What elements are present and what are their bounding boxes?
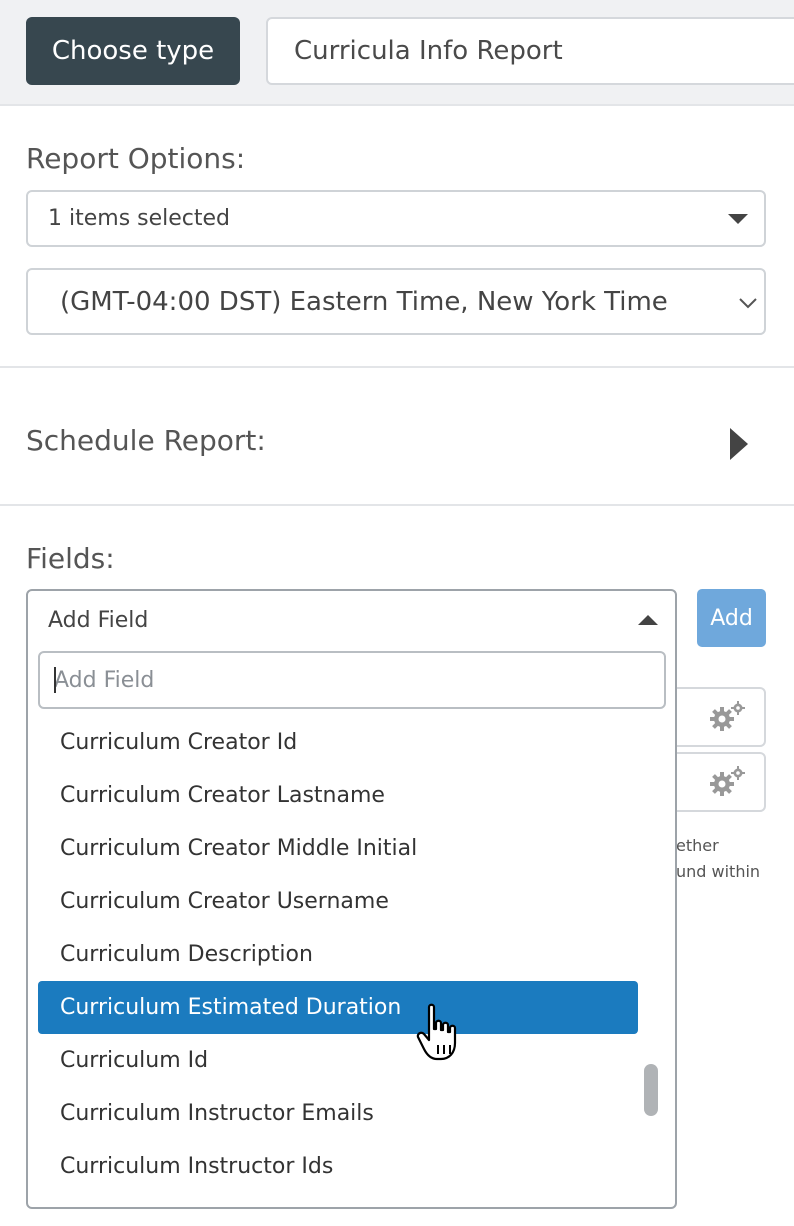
list-item[interactable]: Curriculum Creator Middle Initial bbox=[38, 822, 638, 875]
add-field-dropdown[interactable]: Add Field Curriculum Creator Id Curricul… bbox=[26, 589, 677, 1209]
play-arrow-icon[interactable] bbox=[730, 428, 748, 460]
hand-pointer-icon bbox=[416, 1003, 457, 1061]
divider bbox=[0, 366, 794, 368]
field-options-list: Curriculum Creator Id Curriculum Creator… bbox=[38, 716, 638, 1193]
hint-text: und within bbox=[676, 862, 761, 881]
list-item[interactable]: Curriculum Instructor Emails bbox=[38, 1087, 638, 1140]
timezone-value: (GMT-04:00 DST) Eastern Time, New York T… bbox=[60, 286, 668, 317]
gear-icon[interactable] bbox=[708, 764, 748, 800]
list-item[interactable]: Curriculum Instructor Ids bbox=[38, 1140, 638, 1193]
report-name-input[interactable]: Curricula Info Report bbox=[266, 17, 794, 85]
fields-title: Fields: bbox=[26, 542, 115, 575]
report-options-value: 1 items selected bbox=[48, 206, 231, 231]
caret-down-icon bbox=[728, 214, 748, 224]
list-item[interactable]: Curriculum Creator Id bbox=[38, 716, 638, 769]
add-field-select[interactable]: Add Field bbox=[28, 591, 675, 649]
scrollbar-track[interactable] bbox=[638, 716, 668, 1207]
report-options-select[interactable]: 1 items selected bbox=[26, 190, 766, 247]
divider bbox=[0, 504, 794, 506]
choose-type-button[interactable]: Choose type bbox=[26, 17, 240, 85]
timezone-select[interactable]: (GMT-04:00 DST) Eastern Time, New York T… bbox=[26, 268, 766, 335]
list-item[interactable]: Curriculum Creator Username bbox=[38, 875, 638, 928]
scrollbar-thumb[interactable] bbox=[644, 1064, 658, 1116]
list-item[interactable]: Curriculum Description bbox=[38, 928, 638, 981]
list-item[interactable]: Curriculum Id bbox=[38, 1034, 638, 1087]
add-field-label: Add Field bbox=[48, 607, 149, 633]
top-bar: Choose type Curricula Info Report bbox=[0, 0, 794, 106]
caret-up-icon bbox=[638, 615, 658, 625]
hint-text: ether bbox=[676, 836, 719, 855]
list-item-highlighted[interactable]: Curriculum Estimated Duration bbox=[38, 981, 638, 1034]
schedule-report-title: Schedule Report: bbox=[26, 424, 266, 457]
gear-icon[interactable] bbox=[708, 699, 748, 735]
add-field-button[interactable]: Add bbox=[697, 589, 766, 647]
chevron-down-icon bbox=[739, 298, 757, 309]
field-search-input[interactable] bbox=[38, 651, 666, 709]
text-cursor bbox=[54, 667, 56, 693]
report-options-title: Report Options: bbox=[26, 142, 246, 175]
list-item[interactable]: Curriculum Creator Lastname bbox=[38, 769, 638, 822]
